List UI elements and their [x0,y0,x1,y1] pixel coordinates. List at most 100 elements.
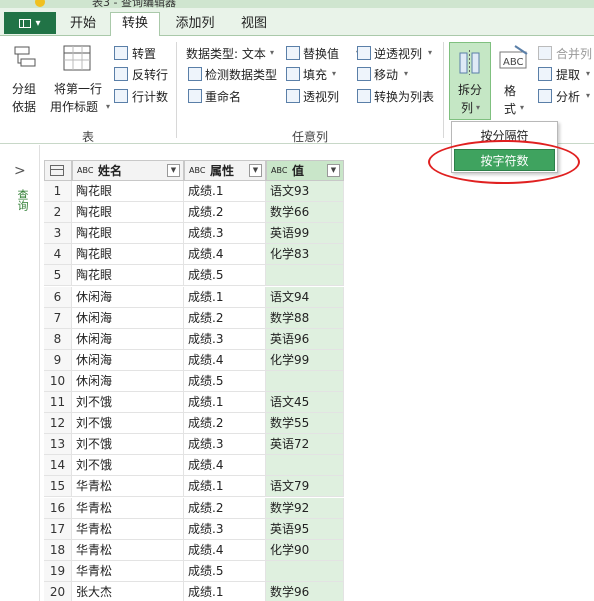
tab-view[interactable]: 视图 [230,14,278,36]
table-row[interactable]: 9 休闲海 成绩.4 化学99 [44,349,344,371]
table-row[interactable]: 7 休闲海 成绩.2 数学88 [44,307,344,329]
table-row[interactable]: 14 刘不饿 成绩.4 [44,455,344,477]
value-cell[interactable] [266,560,344,582]
name-cell[interactable]: 刘不饿 [72,455,184,477]
name-cell[interactable]: 休闲海 [72,349,184,371]
row-number[interactable]: 9 [44,349,72,371]
attribute-cell[interactable]: 成绩.2 [184,413,266,435]
row-number[interactable]: 3 [44,223,72,245]
tab-home[interactable]: 开始 [58,14,108,36]
name-cell[interactable]: 刘不饿 [72,434,184,456]
value-cell[interactable]: 英语95 [266,518,344,540]
row-number[interactable]: 13 [44,434,72,456]
tab-transform[interactable]: 转换 [110,12,160,37]
name-cell[interactable]: 张大杰 [72,581,184,601]
attribute-cell[interactable]: 成绩.1 [184,581,266,601]
row-number[interactable]: 16 [44,497,72,519]
table-row[interactable]: 16 华青松 成绩.2 数学92 [44,497,344,519]
name-cell[interactable]: 华青松 [72,476,184,498]
attribute-cell[interactable]: 成绩.2 [184,202,266,224]
table-row[interactable]: 2 陶花眼 成绩.2 数学66 [44,202,344,224]
name-cell[interactable]: 陶花眼 [72,244,184,266]
table-row[interactable]: 13 刘不饿 成绩.3 英语72 [44,434,344,456]
attribute-cell[interactable]: 成绩.5 [184,370,266,392]
file-menu-button[interactable]: ▾ [4,12,56,34]
name-cell[interactable]: 华青松 [72,539,184,561]
name-cell[interactable]: 华青松 [72,497,184,519]
value-cell[interactable]: 英语99 [266,223,344,245]
value-cell[interactable]: 语文93 [266,181,344,202]
attribute-cell[interactable]: 成绩.5 [184,265,266,287]
value-cell[interactable]: 语文45 [266,392,344,413]
table-row[interactable]: 20 张大杰 成绩.1 数学96 [44,581,344,601]
table-row[interactable]: 5 陶花眼 成绩.5 [44,265,344,287]
name-cell[interactable]: 陶花眼 [72,265,184,287]
name-cell[interactable]: 休闲海 [72,307,184,329]
attribute-cell[interactable]: 成绩.3 [184,328,266,350]
attribute-cell[interactable]: 成绩.4 [184,539,266,561]
column-header-name[interactable]: ABC 姓名 ▼ [72,160,184,181]
row-number[interactable]: 2 [44,202,72,224]
name-cell[interactable]: 华青松 [72,518,184,540]
column-header-attribute[interactable]: ABC 属性 ▼ [184,160,266,181]
row-number[interactable]: 8 [44,328,72,350]
value-cell[interactable]: 数学66 [266,202,344,224]
row-number[interactable]: 12 [44,413,72,435]
attribute-cell[interactable]: 成绩.4 [184,455,266,477]
name-cell[interactable]: 休闲海 [72,370,184,392]
table-row[interactable]: 10 休闲海 成绩.5 [44,370,344,392]
value-cell[interactable]: 化学83 [266,244,344,266]
name-cell[interactable]: 刘不饿 [72,392,184,413]
table-row[interactable]: 17 华青松 成绩.3 英语95 [44,518,344,540]
value-cell[interactable]: 数学88 [266,307,344,329]
table-row[interactable]: 4 陶花眼 成绩.4 化学83 [44,244,344,266]
attribute-cell[interactable]: 成绩.2 [184,497,266,519]
attribute-cell[interactable]: 成绩.1 [184,476,266,498]
attribute-cell[interactable]: 成绩.4 [184,244,266,266]
tab-add-column[interactable]: 添加列 [164,14,226,36]
name-cell[interactable]: 陶花眼 [72,181,184,202]
value-cell[interactable]: 数学55 [266,413,344,435]
value-cell[interactable] [266,455,344,477]
table-row[interactable]: 6 休闲海 成绩.1 语文94 [44,286,344,308]
filter-dropdown-icon[interactable]: ▼ [249,164,262,177]
row-number[interactable]: 17 [44,518,72,540]
value-cell[interactable]: 语文94 [266,286,344,308]
value-cell[interactable]: 语文79 [266,476,344,498]
row-number[interactable]: 20 [44,581,72,601]
attribute-cell[interactable]: 成绩.4 [184,349,266,371]
attribute-cell[interactable]: 成绩.3 [184,434,266,456]
attribute-cell[interactable]: 成绩.2 [184,307,266,329]
value-cell[interactable]: 英语72 [266,434,344,456]
queries-pane-label[interactable]: 查询 [14,189,30,211]
name-cell[interactable]: 陶花眼 [72,223,184,245]
table-row[interactable]: 18 华青松 成绩.4 化学90 [44,539,344,561]
name-cell[interactable]: 休闲海 [72,328,184,350]
table-row[interactable]: 1 陶花眼 成绩.1 语文93 [44,181,344,202]
table-row[interactable]: 12 刘不饿 成绩.2 数学55 [44,413,344,435]
attribute-cell[interactable]: 成绩.3 [184,223,266,245]
row-number[interactable]: 6 [44,286,72,308]
attribute-cell[interactable]: 成绩.3 [184,518,266,540]
value-cell[interactable]: 英语96 [266,328,344,350]
value-cell[interactable] [266,265,344,287]
table-row[interactable]: 8 休闲海 成绩.3 英语96 [44,328,344,350]
name-cell[interactable]: 华青松 [72,560,184,582]
row-number[interactable]: 10 [44,370,72,392]
table-row[interactable]: 15 华青松 成绩.1 语文79 [44,476,344,498]
row-number[interactable]: 4 [44,244,72,266]
row-number[interactable]: 1 [44,181,72,202]
row-number[interactable]: 19 [44,560,72,582]
value-cell[interactable]: 化学90 [266,539,344,561]
filter-dropdown-icon[interactable]: ▼ [167,164,180,177]
row-number[interactable]: 11 [44,392,72,413]
row-number[interactable]: 5 [44,265,72,287]
table-row[interactable]: 11 刘不饿 成绩.1 语文45 [44,392,344,413]
column-header-value[interactable]: ABC 值 ▼ [266,160,344,181]
row-number[interactable]: 15 [44,476,72,498]
attribute-cell[interactable]: 成绩.1 [184,392,266,413]
value-cell[interactable]: 数学92 [266,497,344,519]
value-cell[interactable]: 数学96 [266,581,344,601]
filter-dropdown-icon[interactable]: ▼ [327,164,340,177]
chevron-right-icon[interactable]: > [14,163,26,179]
